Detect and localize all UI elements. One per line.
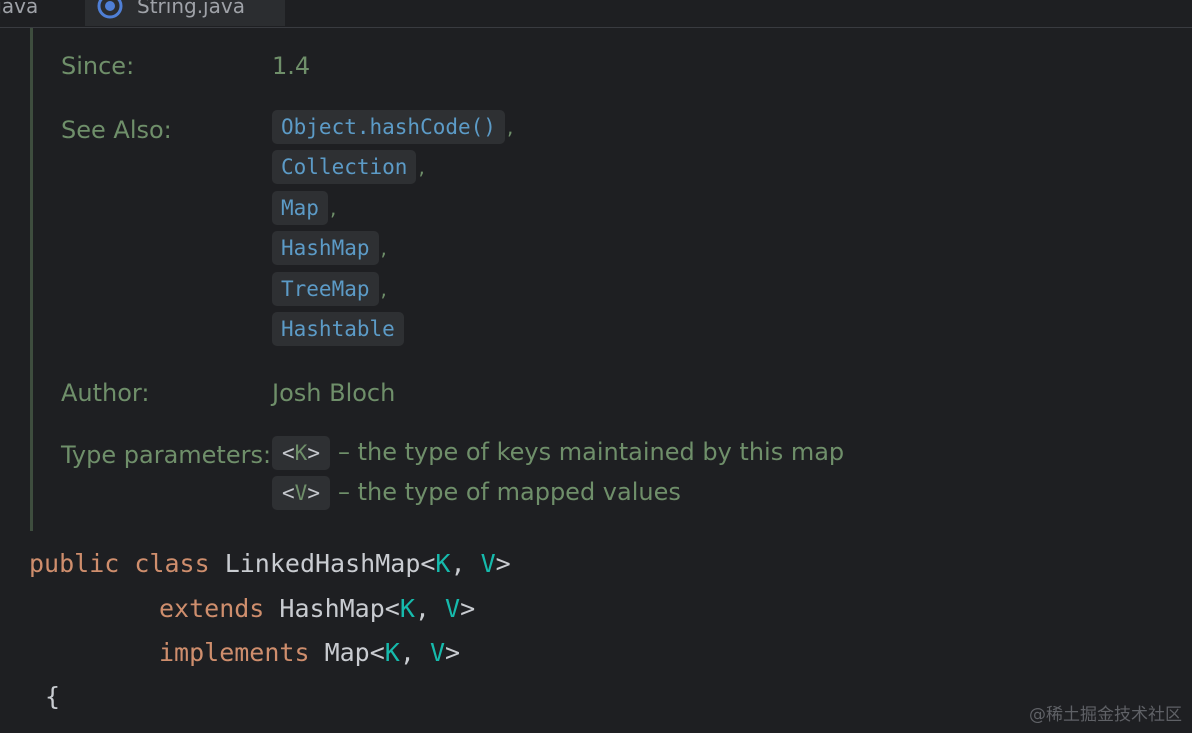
comma: , (399, 638, 430, 667)
angle-close: > (460, 594, 476, 623)
separator: , (329, 196, 337, 220)
tab-previous-file[interactable]: .java (0, 0, 38, 26)
author-label: Author: (61, 379, 150, 407)
class-icon (97, 0, 123, 19)
see-also-item: Map, (272, 191, 336, 225)
type-param-letter: V (294, 481, 308, 505)
editor-tab-bar: .java String.java (0, 0, 1192, 28)
type-var-k: K (399, 594, 415, 623)
angle-open: < (282, 441, 295, 465)
type-param-letter: K (294, 441, 308, 465)
angle-open: < (282, 481, 295, 505)
type-param-k-chip: <K> (272, 436, 330, 470)
comma: , (450, 549, 481, 578)
separator: , (380, 236, 387, 260)
keyword-implements: implements (159, 638, 310, 667)
type-parameter-row: <K> – the type of keys maintained by this… (272, 436, 844, 470)
editor-gutter (0, 28, 26, 733)
see-also-label: See Also: (61, 116, 172, 144)
link-treemap[interactable]: TreeMap (272, 272, 379, 306)
see-also-item: Object.hashCode(), (272, 110, 513, 144)
type-var-v: V (480, 549, 496, 578)
see-also-item: HashMap, (272, 231, 387, 265)
see-also-item: Collection, (272, 150, 425, 184)
rendered-javadoc: Since: 1.4 See Also: Object.hashCode(), … (30, 28, 1173, 531)
separator: , (380, 277, 387, 301)
type-param-v-chip: <V> (272, 476, 330, 510)
since-value: 1.4 (272, 52, 311, 80)
code-line-open-brace[interactable]: { (45, 682, 60, 711)
type-var-k: K (435, 549, 451, 578)
tab-label: String.java (137, 0, 245, 18)
code-line-class-declaration[interactable]: public class LinkedHashMap<K, V> (29, 549, 511, 578)
separator: , (418, 155, 425, 179)
code-line-extends[interactable]: extends HashMap<K, V> (159, 594, 475, 623)
code-line-implements[interactable]: implements Map<K, V> (159, 638, 460, 667)
open-brace: { (45, 682, 61, 711)
angle-close: > (445, 638, 461, 667)
since-label: Since: (61, 52, 135, 80)
see-also-item: Hashtable (272, 312, 406, 346)
type-parameter-row: <V> – the type of mapped values (272, 476, 681, 510)
tab-string-java[interactable]: String.java (85, 0, 285, 26)
type-parameters-label: Type parameters: (61, 441, 272, 469)
interface-name: Map< (324, 638, 385, 667)
keyword-class: class (134, 549, 210, 578)
link-hashmap[interactable]: HashMap (272, 231, 379, 265)
tab-previous-label: .java (0, 0, 39, 18)
angle-close: > (495, 549, 511, 578)
link-hashtable[interactable]: Hashtable (272, 312, 404, 346)
angle-close: > (307, 481, 320, 505)
see-also-item: TreeMap, (272, 272, 387, 306)
link-map[interactable]: Map (272, 191, 328, 225)
keyword-public: public (29, 549, 120, 578)
type-param-desc: – the type of mapped values (337, 478, 681, 506)
angle-close: > (307, 441, 320, 465)
type-var-v: V (429, 638, 446, 667)
superclass-name: HashMap< (279, 594, 400, 623)
comma: , (414, 594, 446, 623)
author-value: Josh Bloch (272, 379, 396, 407)
watermark: @稀土掘金技术社区 (1029, 705, 1182, 725)
type-param-desc: – the type of keys maintained by this ma… (337, 438, 845, 466)
class-name: LinkedHashMap< (224, 549, 436, 578)
keyword-extends: extends (159, 594, 265, 623)
type-var-k: K (384, 638, 400, 667)
type-var-v: V (445, 594, 461, 623)
link-object-hashcode[interactable]: Object.hashCode() (272, 110, 505, 144)
link-collection[interactable]: Collection (272, 150, 417, 184)
separator: , (506, 115, 514, 139)
